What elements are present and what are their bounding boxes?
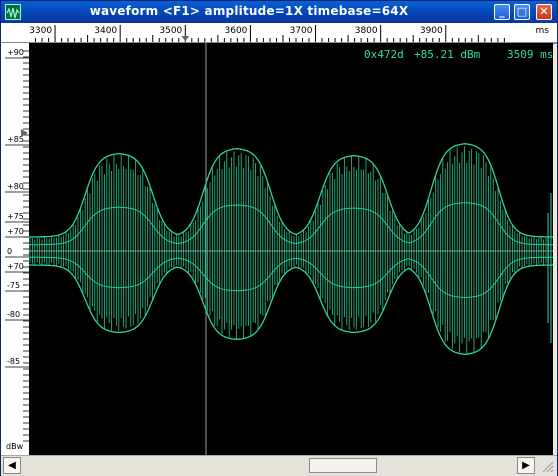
close-button[interactable]: ✕	[536, 4, 552, 20]
scrollbar-thumb[interactable]	[309, 458, 377, 473]
amplitude-ruler-ticks: +90+85+80+75+700+70-75-80-85dBw	[5, 48, 29, 451]
right-arrow-icon[interactable]: ▶	[517, 457, 535, 474]
time-ruler[interactable]: 3300 3400 3500 3600 3700 3800 3900 ms	[1, 23, 557, 44]
left-arrow-icon[interactable]: ◀	[3, 457, 21, 474]
amplitude-tick-label: 0	[7, 247, 12, 256]
time-tick-label: 3400	[94, 26, 117, 36]
cursor-marker-icon	[181, 36, 190, 41]
time-tick-label: 3700	[290, 26, 313, 36]
minimize-button[interactable]: _	[494, 4, 510, 20]
amplitude-tick-label: +90	[7, 48, 24, 57]
amplitude-tick-label: +80	[7, 182, 24, 191]
waveform-oscillation	[29, 146, 549, 354]
readout-level: +85.21 dBm	[414, 48, 481, 61]
window-title: waveform <F1> amplitude=1X timebase=64X	[89, 4, 409, 18]
waveform-trace-area	[29, 43, 553, 455]
time-ruler-ticks: 3300 3400 3500 3600 3700 3800 3900 ms	[1, 25, 557, 43]
time-tick-label: 3600	[225, 26, 248, 36]
time-tick-label: 3300	[29, 26, 52, 36]
readout-time: 3509 ms	[507, 48, 554, 61]
amplitude-marker-icon	[21, 129, 28, 137]
resize-grip-icon[interactable]	[537, 456, 555, 474]
time-tick-label: 3500	[159, 26, 182, 36]
time-tick-label: 3800	[355, 26, 378, 36]
title-bar[interactable]: waveform <F1> amplitude=1X timebase=64X …	[1, 1, 557, 23]
maximize-button[interactable]: □	[514, 4, 530, 20]
waveform-plot[interactable]: 0x472d +85.21 dBm 3509 ms	[29, 43, 553, 455]
amplitude-unit-label: dBw	[6, 442, 24, 451]
waveform-edge-burst	[547, 193, 552, 343]
time-unit-label: ms	[536, 26, 550, 36]
amplitude-tick-label: +70	[7, 262, 24, 271]
time-tick-label: 3900	[420, 26, 443, 36]
amplitude-tick-label: +70	[7, 227, 24, 236]
amplitude-tick-label: +75	[7, 212, 24, 221]
amplitude-tick-label: -85	[7, 357, 20, 366]
amplitude-tick-label: -80	[7, 310, 20, 319]
amplitude-ruler[interactable]: +90 +85 +80 +75 +70 0 +70 -75 -80 -85 dBw	[1, 43, 30, 455]
readout-sample: 0x472d	[364, 48, 404, 61]
waveform-window: waveform <F1> amplitude=1X timebase=64X …	[0, 0, 558, 476]
amplitude-tick-label: -75	[7, 281, 20, 290]
horizontal-scrollbar[interactable]: ◀ ▶	[1, 455, 557, 476]
